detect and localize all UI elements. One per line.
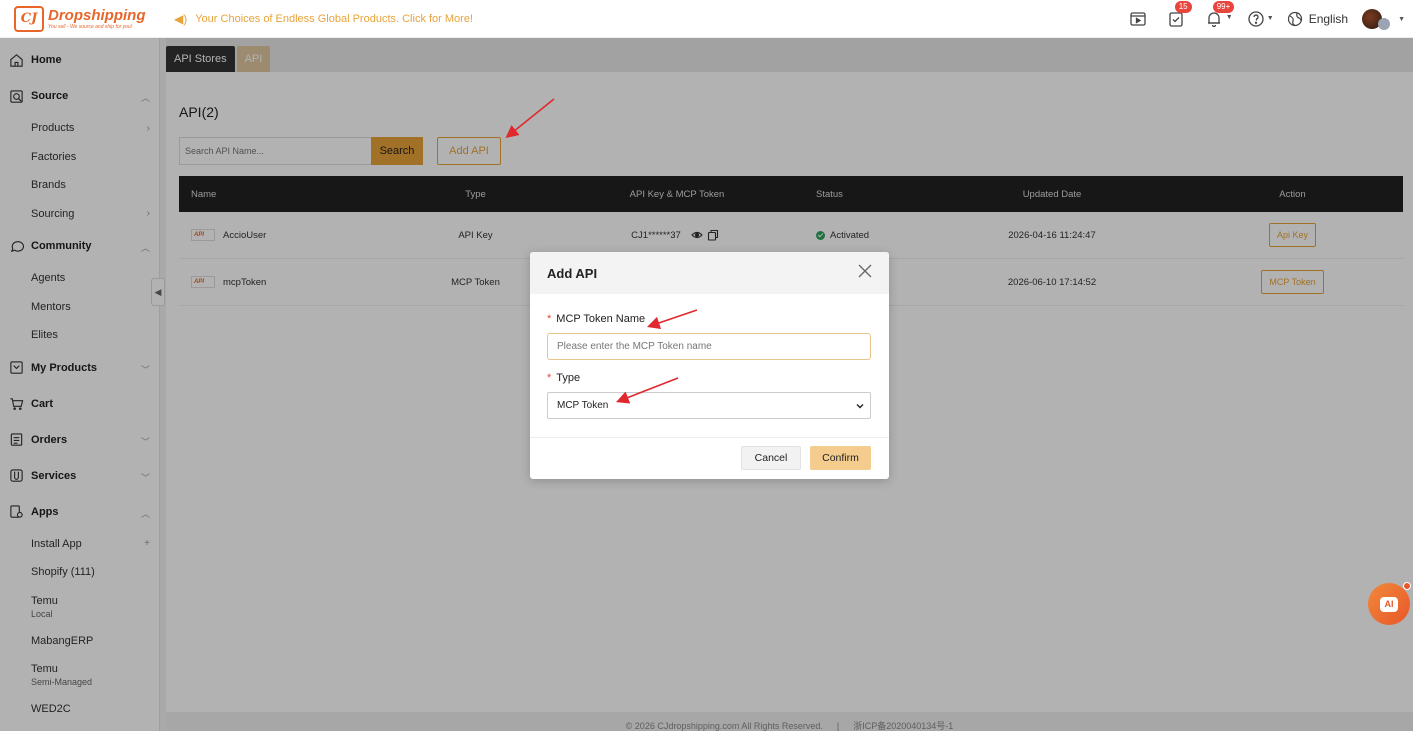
token-name-input[interactable]: [547, 333, 871, 360]
orders-icon[interactable]: 15: [1165, 1, 1192, 30]
type-label: * Type: [547, 372, 581, 384]
add-api-dialog: Add API *MCP Token Name *Type MCP Token …: [530, 252, 889, 479]
globe-icon: [1287, 11, 1302, 27]
dialog-header: Add API: [530, 252, 889, 294]
logo-tagline: You sell - We source and ship for you!: [48, 23, 133, 30]
required-mark: *: [547, 372, 552, 384]
notification-dot: [1403, 582, 1411, 590]
ai-assistant-button[interactable]: AI: [1368, 582, 1411, 625]
chevron-down-icon[interactable]: ▼: [1398, 16, 1405, 23]
confirm-button[interactable]: Confirm: [810, 446, 871, 470]
token-name-label: * MCP Token Name: [547, 313, 646, 325]
ai-icon: AI: [1380, 596, 1398, 612]
announcement-text[interactable]: Your Choices of Endless Global Products.…: [195, 13, 473, 25]
language-selector[interactable]: English: [1287, 11, 1348, 27]
dialog-title: Add API: [547, 265, 598, 281]
logo[interactable]: CJ Dropshipping You sell - We source and…: [0, 5, 160, 32]
logo-name: Dropshipping: [48, 6, 146, 24]
chevron-down-icon: [856, 404, 864, 409]
notification-badge: 99+: [1212, 1, 1235, 13]
announcement-bar[interactable]: ◀) Your Choices of Endless Global Produc…: [174, 12, 473, 26]
language-label: English: [1308, 12, 1349, 26]
video-icon[interactable]: [1127, 8, 1149, 30]
orders-badge: 15: [1174, 1, 1192, 13]
logo-mark: CJ: [14, 5, 44, 32]
bell-icon[interactable]: 99+ ▼: [1203, 1, 1235, 30]
settings-badge-icon: [1378, 18, 1391, 30]
chevron-down-icon: ▼: [1225, 14, 1233, 21]
close-button[interactable]: [857, 264, 873, 280]
close-icon: [858, 264, 872, 278]
required-mark: *: [547, 313, 552, 325]
cancel-button[interactable]: Cancel: [741, 446, 801, 470]
help-icon[interactable]: ▼: [1245, 8, 1274, 30]
chevron-down-icon: ▼: [1266, 15, 1274, 22]
top-bar: CJ Dropshipping You sell - We source and…: [0, 0, 1413, 38]
type-select-value: MCP Token: [557, 400, 609, 411]
type-select[interactable]: MCP Token: [547, 392, 871, 419]
divider: [530, 437, 889, 438]
speaker-icon: ◀): [174, 11, 188, 26]
